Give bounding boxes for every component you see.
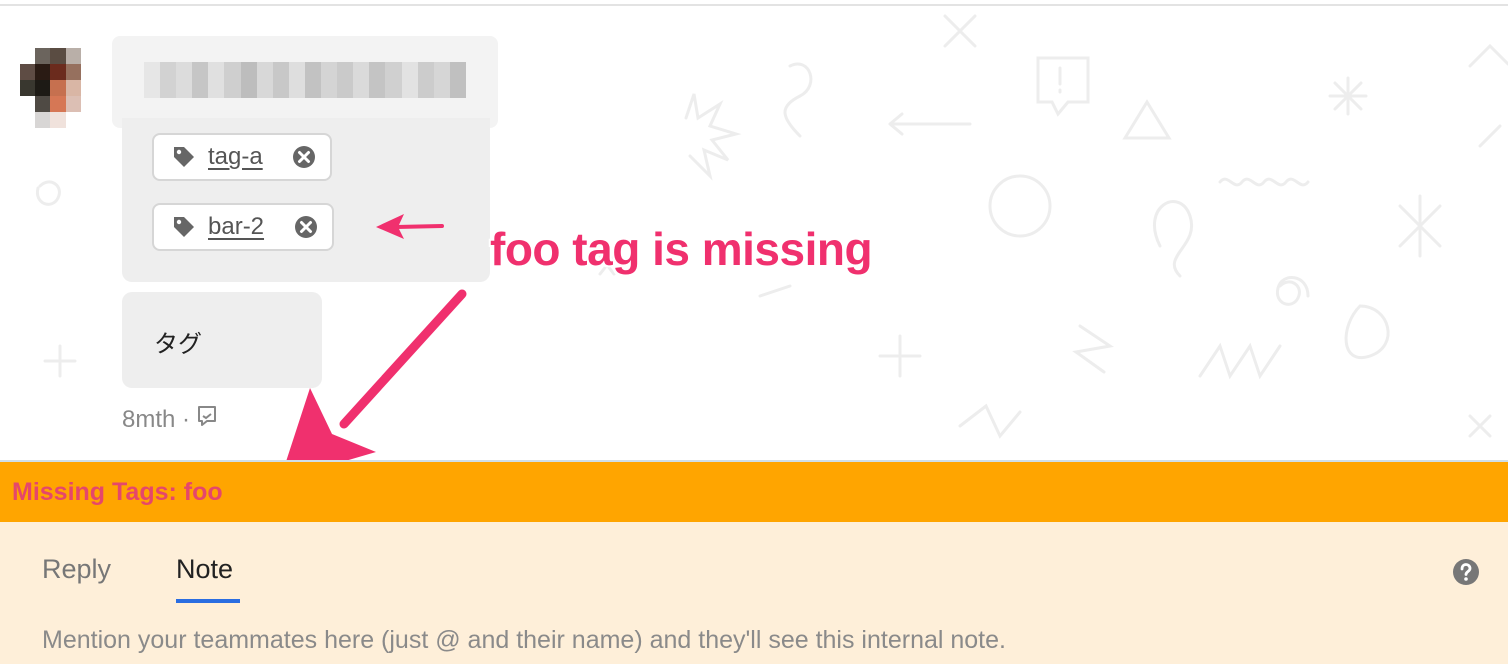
annotation-text: foo tag is missing — [490, 223, 873, 275]
remove-tag-icon[interactable] — [292, 145, 316, 169]
tag-chip[interactable]: tag-a — [152, 133, 332, 181]
message-text: タグ — [154, 330, 202, 358]
active-tab-indicator — [176, 599, 240, 603]
tag-label[interactable]: bar-2 — [208, 213, 282, 241]
missing-tags-banner — [0, 460, 1508, 522]
help-icon[interactable] — [1452, 558, 1480, 591]
avatar — [20, 48, 96, 128]
missing-tags-text: Missing Tags: foo — [12, 478, 223, 506]
note-input-placeholder[interactable]: Mention your teammates here (just @ and … — [42, 626, 1006, 655]
tag-chip[interactable]: bar-2 — [152, 203, 334, 251]
tag-label[interactable]: tag-a — [208, 143, 280, 171]
top-divider — [0, 4, 1508, 6]
message-meta: 8mth · — [122, 404, 218, 435]
tab-reply[interactable]: Reply — [42, 554, 111, 585]
note-icon[interactable] — [196, 404, 218, 435]
remove-tag-icon[interactable] — [294, 215, 318, 239]
tab-note[interactable]: Note — [176, 554, 233, 585]
message-bubble — [122, 292, 322, 388]
tag-icon — [172, 145, 196, 169]
sender-name-redacted — [144, 62, 466, 98]
tag-icon — [172, 215, 196, 239]
annotation-arrow-small — [376, 214, 444, 239]
message-timestamp: 8mth · — [122, 405, 191, 433]
